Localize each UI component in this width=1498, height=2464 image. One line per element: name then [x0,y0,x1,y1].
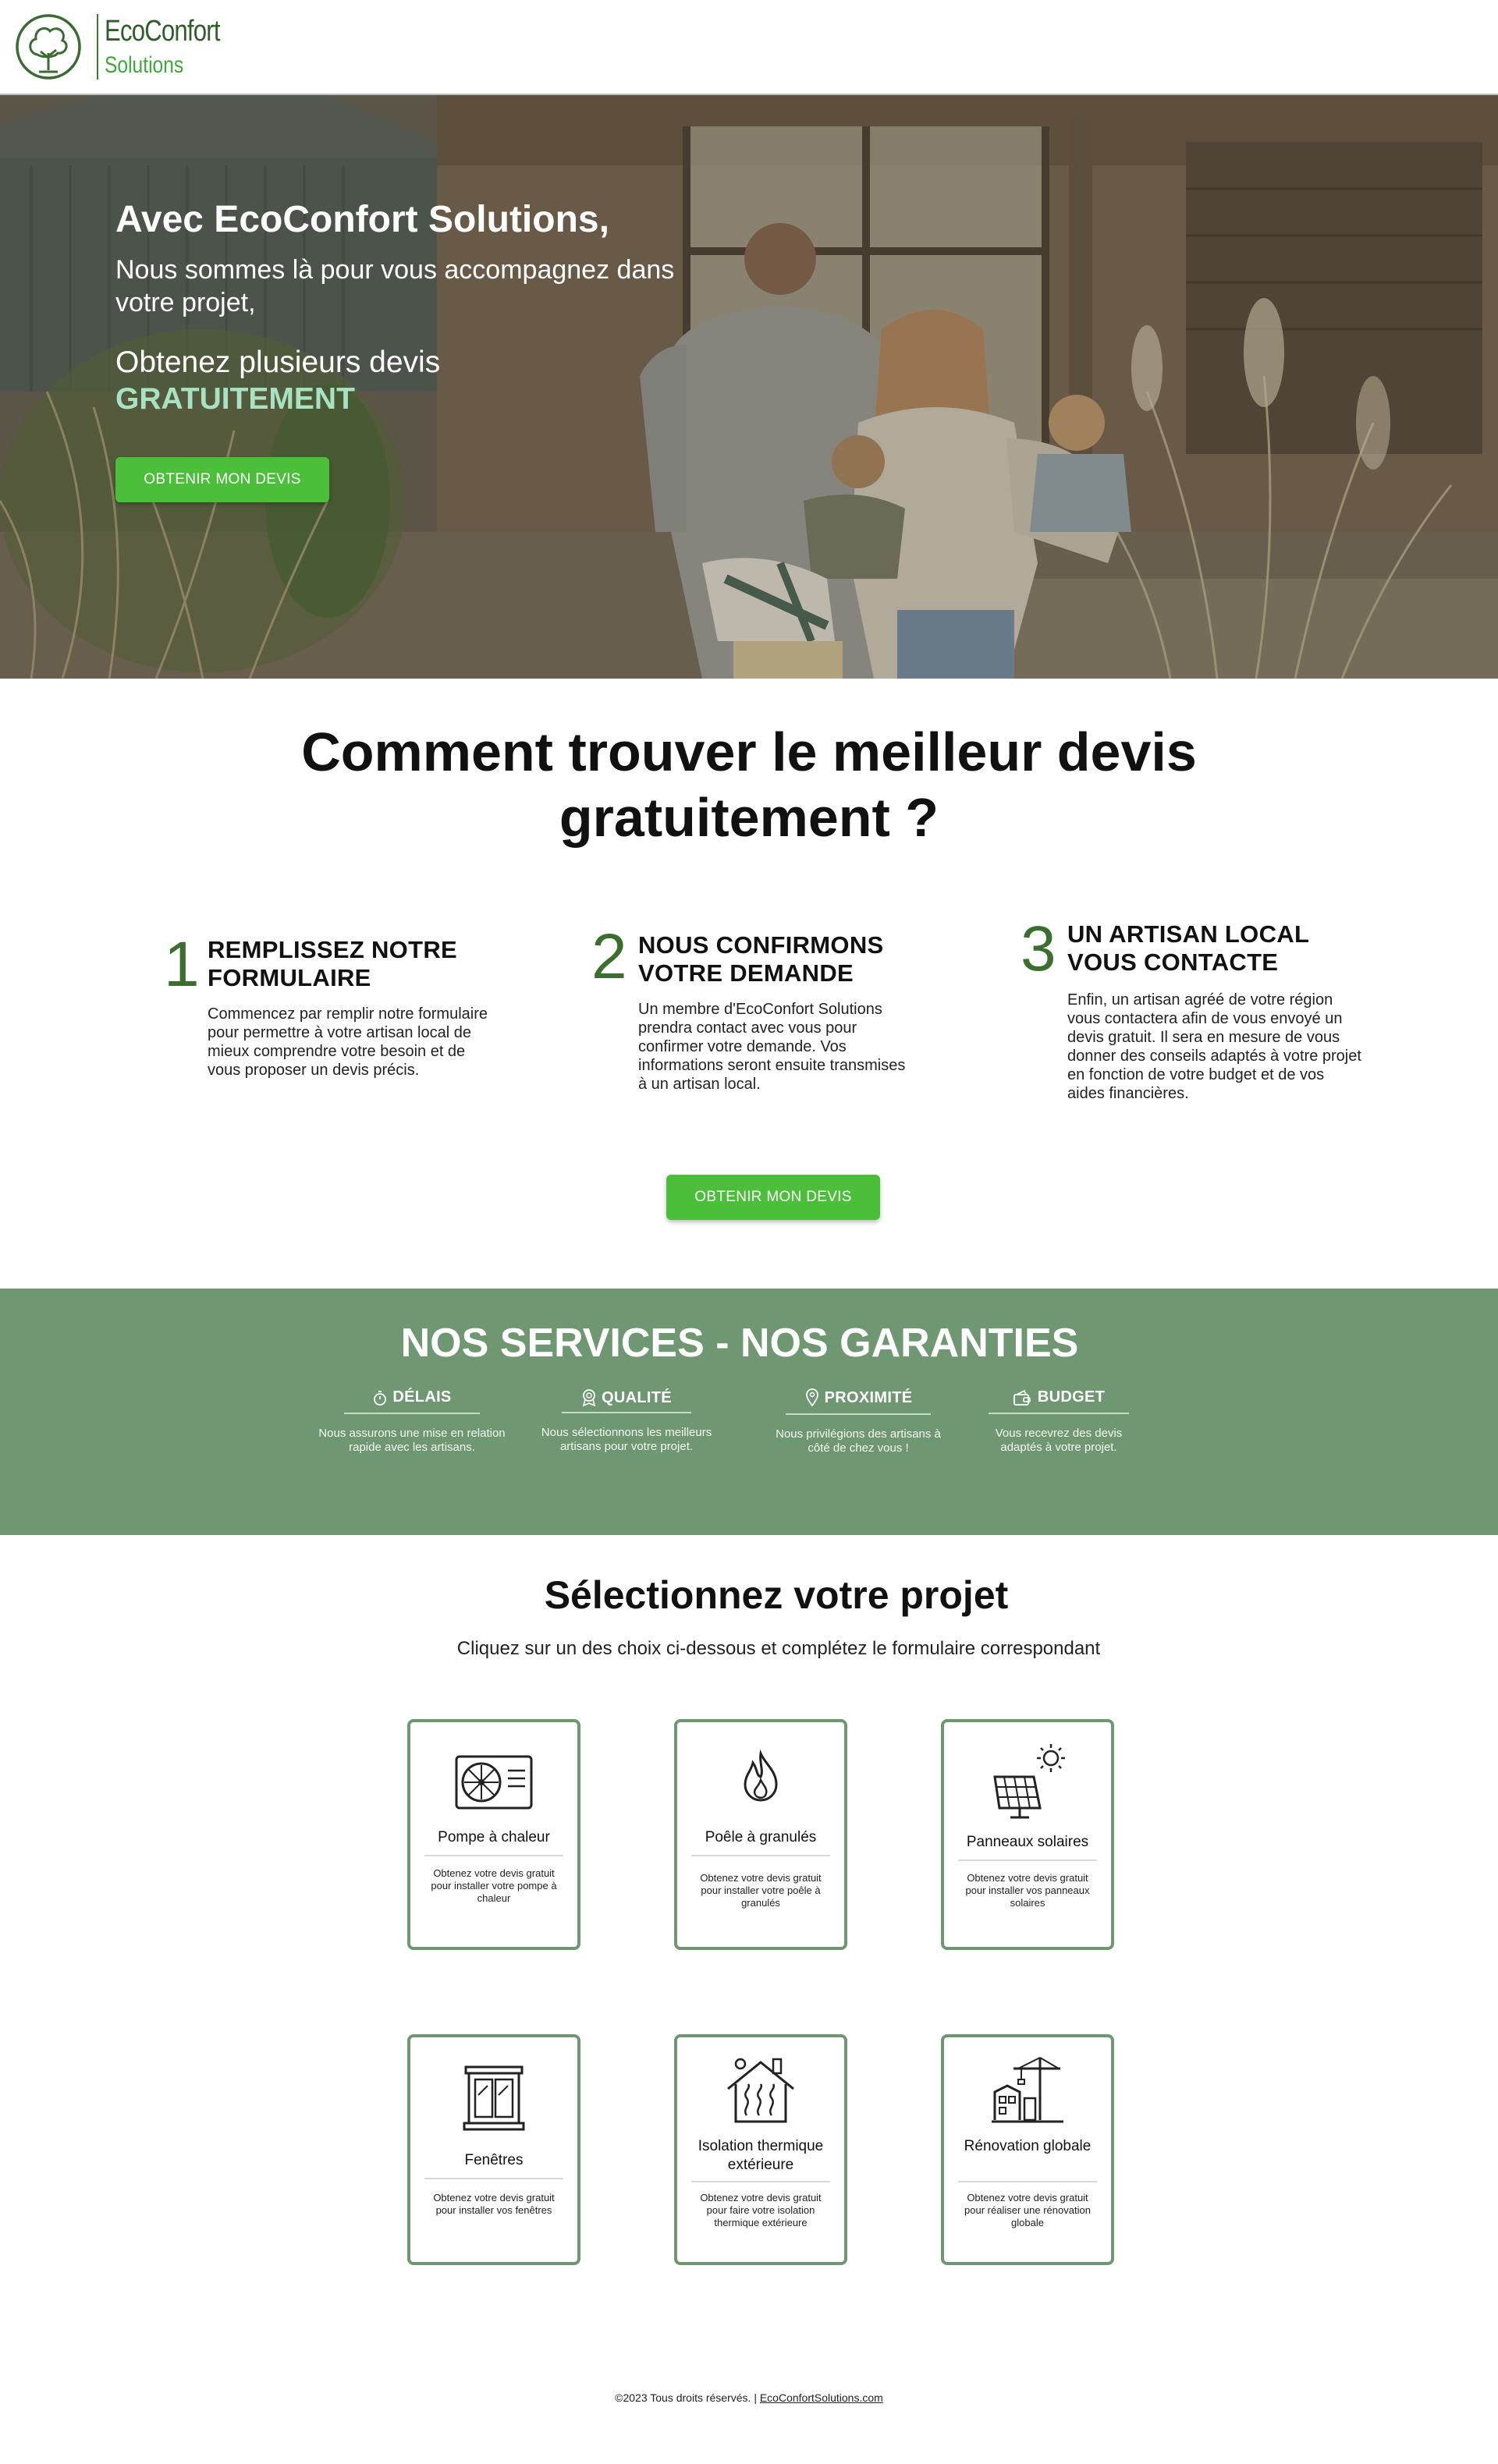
project-card-windows[interactable]: Fenêtres Obtenez votre devis gratuit pou… [407,2034,580,2265]
service-description: Nous privilégions des artisans à côté de… [776,1427,941,1455]
hero-get-quote-button[interactable]: OBTENIR MON DEVIS [115,457,329,502]
card-description: Obtenez votre devis gratuit pour faire v… [700,2192,822,2228]
service-heading: BUDGET [1037,1388,1106,1406]
step-1: 1 REMPLISSEZ NOTRE FORMULAIRE Commencez … [164,930,492,1109]
card-label: Rénovation globale [964,2138,1092,2154]
select-title: Sélectionnez votre projet [544,1573,1009,1617]
services-band: NOS SERVICES - NOS GARANTIES DÉLAIS Nous… [0,1289,1498,1535]
card-divider [691,1855,830,1856]
footer-copyright: ©2023 Tous droits réservés. | [615,2391,760,2404]
logo-divider [97,14,98,80]
card-description: Obtenez votre devis gratuit pour install… [700,1872,822,1909]
step-3: 3 UN ARTISAN LOCAL VOUS CONTACTE Enfin, … [1021,917,1364,1112]
project-card-solar-panels[interactable]: Panneaux solaires Obtenez votre devis gr… [941,1719,1114,1950]
stopwatch-icon [374,1390,387,1406]
site-header: EcoConfort Solutions [0,0,1498,95]
card-description: Obtenez votre devis gratuit pour install… [433,2192,555,2216]
step-description: Commencez par remplir notre formulaire p… [208,1005,488,1079]
hero-banner: Avec EcoConfort Solutions, Nous sommes l… [0,95,1498,679]
flame-icon [744,1749,778,1802]
service-description: Vous recevrez des devis adaptés à votre … [995,1427,1123,1454]
card-label: Poêle à granulés [705,1829,817,1845]
how-title: Comment trouver le meilleur devis gratui… [0,719,1498,850]
project-card-pellet-stove[interactable]: Poêle à granulés Obtenez votre devis gra… [674,1719,847,1950]
house-insulation-icon [727,2058,794,2123]
heat-pump-icon [455,1755,533,1810]
card-divider [958,1860,1097,1861]
step-description: Un membre d'EcoConfort Solutions prendra… [638,1001,906,1093]
card-divider [958,2181,1097,2182]
hero-devis-line: Obtenez plusieurs devis [115,345,441,379]
card-label: Pompe à chaleur [438,1829,550,1845]
hero-subtitle: Nous sommes là pour vous accompagnez dan… [115,254,675,318]
service-description: Nous assurons une mise en relation rapid… [318,1427,506,1454]
step-number: 3 [1021,913,1056,984]
step-description: Enfin, un artisan agréé de votre région … [1067,991,1361,1102]
service-heading: QUALITÉ [602,1388,672,1406]
step-2: 2 NOUS CONFIRMONS VOTRE DEMANDE Un membr… [591,925,919,1104]
step-number: 2 [591,921,627,992]
service-qualite: QUALITÉ Nous sélectionnons les meilleurs… [538,1388,715,1454]
step-heading: NOUS CONFIRMONS VOTRE DEMANDE [638,931,884,987]
how-get-quote-button[interactable]: OBTENIR MON DEVIS [666,1175,880,1220]
window-icon [463,2065,525,2131]
brand-logo[interactable]: EcoConfort Solutions [14,9,245,84]
card-label: Isolation thermique extérieure [698,2138,824,2173]
award-icon [582,1389,596,1407]
card-divider [691,2181,830,2182]
project-card-renovation[interactable]: Rénovation globale Obtenez votre devis g… [941,2034,1114,2265]
hero-free-text: GRATUITEMENT [115,381,355,416]
step-heading: UN ARTISAN LOCAL VOUS CONTACTE [1067,920,1309,976]
service-proximite: PROXIMITÉ Nous privilégions des artisans… [763,1388,953,1455]
hero-title: Avec EcoConfort Solutions, [115,199,609,240]
card-divider [424,2178,563,2179]
location-pin-icon [805,1388,818,1407]
project-card-heat-pump[interactable]: Pompe à chaleur Obtenez votre devis grat… [407,1719,580,1950]
select-subtitle: Cliquez sur un des choix ci-dessous et c… [456,1638,1101,1659]
how-title-text: Comment trouver le meilleur devis gratui… [301,721,1197,848]
solar-panel-icon [993,1744,1065,1819]
site-footer: ©2023 Tous droits réservés. | EcoConfort… [0,2391,1498,2404]
services-title: NOS SERVICES - NOS GARANTIES [400,1321,1079,1366]
card-label: Fenêtres [464,2152,524,2168]
brand-name: EcoConfort [105,15,220,48]
service-heading: DÉLAIS [392,1388,452,1406]
renovation-crane-icon [992,2057,1063,2123]
wallet-icon [1013,1389,1031,1406]
service-delais: DÉLAIS Nous assurons une mise en relatio… [318,1388,506,1455]
brand-sub: Solutions [105,52,184,78]
service-description: Nous sélectionnons les meilleurs artisan… [541,1426,712,1453]
card-label: Panneaux solaires [966,1834,1089,1850]
footer-site-link[interactable]: EcoConfortSolutions.com [760,2391,883,2404]
project-card-insulation[interactable]: Isolation thermique extérieure Obtenez v… [674,2034,847,2265]
step-heading: REMPLISSEZ NOTRE FORMULAIRE [208,936,457,991]
step-number: 1 [164,929,200,1000]
card-description: Obtenez votre devis gratuit pour install… [431,1867,557,1904]
service-heading: PROXIMITÉ [824,1388,913,1406]
card-divider [424,1855,563,1856]
tree-logo-icon [16,14,81,80]
service-budget: BUDGET Vous recevrez des devis adaptés à… [985,1388,1133,1455]
card-description: Obtenez votre devis gratuit pour réalise… [964,2192,1091,2228]
card-description: Obtenez votre devis gratuit pour install… [965,1872,1090,1909]
